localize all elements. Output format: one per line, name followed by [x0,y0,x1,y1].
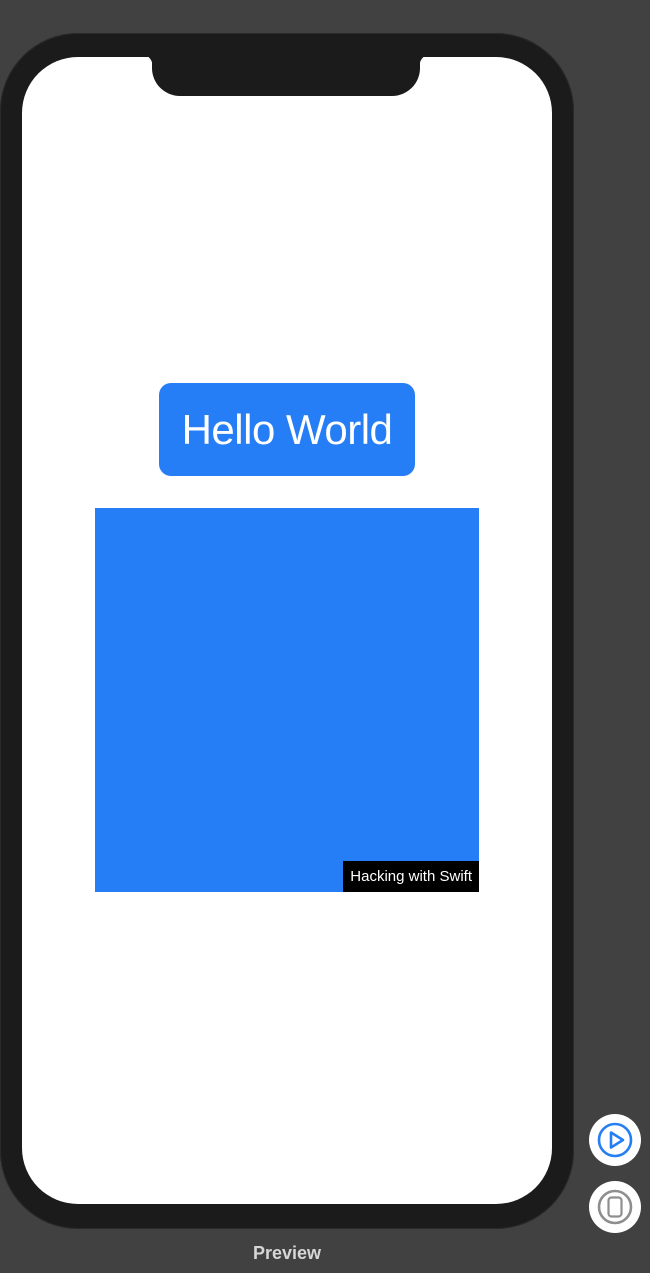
play-circle-icon [597,1122,633,1158]
blue-square-view: Hacking with Swift [95,508,479,892]
watermark-label: Hacking with Swift [343,861,479,892]
hello-world-button[interactable]: Hello World [159,383,415,476]
preview-on-device-button[interactable] [589,1181,641,1233]
phone-device-icon [597,1189,633,1225]
live-preview-button[interactable] [589,1114,641,1166]
device-notch [142,57,430,96]
preview-label: Preview [252,1243,322,1263]
device-screen: Hello World Hacking with Swift [22,57,552,1204]
